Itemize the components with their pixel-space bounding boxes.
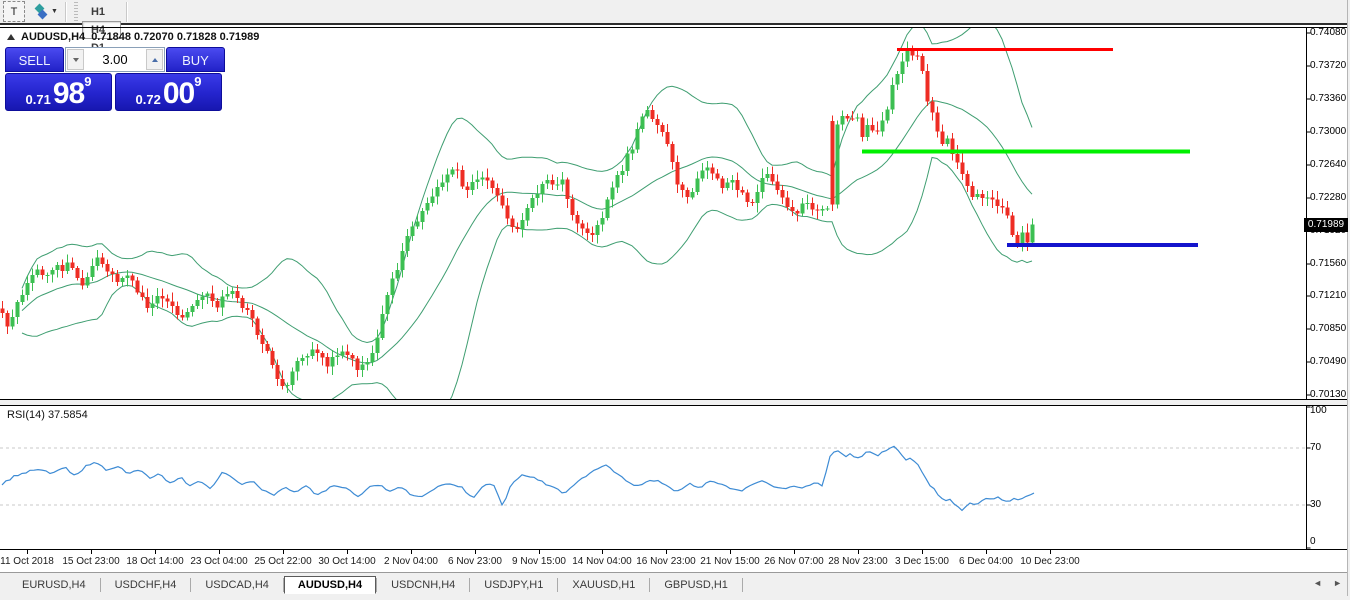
time-axis-tick — [91, 550, 92, 554]
rsi-axis-label: 70 — [1310, 442, 1321, 454]
time-axis-label: 30 Oct 14:00 — [318, 556, 375, 567]
ohlc-values: 0.71848 0.72070 0.71828 0.71989 — [91, 31, 259, 43]
buy-price-prefix: 0.72 — [136, 92, 161, 107]
one-click-trading-panel: SELL BUY 0.71 98 9 0.72 00 9 — [5, 47, 225, 111]
time-axis-tick — [794, 550, 795, 554]
tab-scroll-right-button[interactable]: ► — [1333, 578, 1342, 588]
sell-button[interactable]: SELL — [5, 47, 64, 72]
buy-price-button[interactable]: 0.72 00 9 — [115, 73, 222, 111]
time-axis-label: 16 Nov 23:00 — [636, 556, 696, 567]
toolbar: T ▼ M1M5M15M30H1H4D1W1MN — [0, 0, 1350, 25]
time-axis-label: 11 Oct 2018 — [0, 556, 54, 567]
price-axis-label: 0.73720 — [1310, 60, 1346, 72]
time-axis-label: 28 Nov 23:00 — [828, 556, 888, 567]
time-axis-tick — [858, 550, 859, 554]
volume-increase-button[interactable] — [146, 49, 163, 70]
time-axis-tick — [155, 550, 156, 554]
time-axis-label: 25 Oct 22:00 — [254, 556, 311, 567]
time-axis-tick — [283, 550, 284, 554]
volume-input[interactable] — [85, 48, 145, 71]
tab-scroll-left-button[interactable]: ◄ — [1313, 578, 1322, 588]
time-axis-tick — [219, 550, 220, 554]
toolbar-grip[interactable] — [74, 2, 78, 22]
chart-tabs: EURUSD,H4USDCHF,H4USDCAD,H4AUDUSD,H4USDC… — [8, 576, 743, 594]
symbol-label: AUDUSD,H4 — [21, 31, 85, 43]
time-axis-tick — [411, 550, 412, 554]
time-axis-tick — [730, 550, 731, 554]
time-axis-label: 9 Nov 15:00 — [512, 556, 566, 567]
chart-tab-usdcnh[interactable]: USDCNH,H4 — [377, 576, 469, 594]
time-axis-label: 26 Nov 07:00 — [764, 556, 824, 567]
time-axis-label: 21 Nov 15:00 — [700, 556, 760, 567]
time-axis-label: 6 Dec 04:00 — [959, 556, 1013, 567]
collapse-arrow-icon[interactable] — [7, 34, 15, 40]
price-axis-label: 0.72280 — [1310, 192, 1346, 204]
time-axis-label: 2 Nov 04:00 — [384, 556, 438, 567]
time-axis-tick — [475, 550, 476, 554]
timeframe-button-h1[interactable]: H1 — [82, 3, 121, 21]
time-axis-tick — [602, 550, 603, 554]
time-axis-label: 10 Dec 23:00 — [1020, 556, 1080, 567]
time-axis-label: 6 Nov 23:00 — [448, 556, 502, 567]
time-axis-label: 14 Nov 04:00 — [572, 556, 632, 567]
price-axis-label: 0.70490 — [1310, 356, 1346, 368]
sell-price-sup: 9 — [84, 75, 91, 88]
current-price-badge: 0.71989 — [1304, 218, 1348, 232]
price-axis-label: 0.73360 — [1310, 93, 1346, 105]
chart-tab-eurusd[interactable]: EURUSD,H4 — [8, 576, 100, 594]
buy-price-sup: 9 — [194, 75, 201, 88]
rsi-axis-label: 100 — [1310, 405, 1327, 417]
time-axis-label: 3 Dec 15:00 — [895, 556, 949, 567]
triangle-up-icon — [152, 58, 158, 62]
chart-tab-usdcad[interactable]: USDCAD,H4 — [191, 576, 283, 594]
price-axis-label: 0.71210 — [1310, 290, 1346, 302]
price-axis-label: 0.72640 — [1310, 159, 1346, 171]
time-axis-label: 15 Oct 23:00 — [62, 556, 119, 567]
time-axis-label: 18 Oct 14:00 — [126, 556, 183, 567]
window-frame-bottom — [0, 596, 1350, 600]
chart-tab-audusd[interactable]: AUDUSD,H4 — [284, 576, 376, 594]
indicators-button[interactable]: ▼ — [33, 4, 61, 19]
triangle-down-icon — [73, 58, 79, 62]
chevron-down-icon: ▼ — [51, 8, 58, 15]
price-axis-label: 0.70850 — [1310, 323, 1346, 335]
rsi-chart[interactable] — [0, 405, 1350, 550]
time-axis-label: 23 Oct 04:00 — [190, 556, 247, 567]
price-axis-label: 0.73000 — [1310, 126, 1346, 138]
price-axis-label: 0.71560 — [1310, 258, 1346, 270]
time-axis-tick — [922, 550, 923, 554]
chart-tab-usdjpy[interactable]: USDJPY,H1 — [470, 576, 557, 594]
time-axis-tick — [1050, 550, 1051, 554]
sell-price-prefix: 0.71 — [26, 92, 51, 107]
time-axis-tick — [347, 550, 348, 554]
sell-price-button[interactable]: 0.71 98 9 — [5, 73, 112, 111]
chart-tab-xauusd[interactable]: XAUUSD,H1 — [558, 576, 649, 594]
tab-separator — [742, 578, 743, 592]
chart-tab-gbpusd[interactable]: GBPUSD,H1 — [650, 576, 742, 594]
indicators-icon — [38, 10, 48, 20]
volume-decrease-button[interactable] — [67, 49, 84, 70]
rsi-axis-label: 0 — [1310, 536, 1316, 548]
trading-terminal-window: T ▼ M1M5M15M30H1H4D1W1MN AUDUSD,H4 0.718… — [0, 0, 1350, 600]
volume-stepper — [65, 47, 165, 72]
rsi-axis-label: 30 — [1310, 499, 1321, 511]
toolbar-separator — [65, 2, 67, 22]
chart-tab-strip: EURUSD,H4USDCHF,H4USDCAD,H4AUDUSD,H4USDC… — [0, 572, 1350, 596]
sell-price-big: 98 — [53, 81, 84, 107]
time-axis-tick — [986, 550, 987, 554]
time-axis: 11 Oct 2018 15 Oct 23:00 18 Oct 14:00 23 Oc… — [0, 550, 1350, 572]
time-axis-tick — [539, 550, 540, 554]
chart-tab-usdchf[interactable]: USDCHF,H4 — [101, 576, 191, 594]
time-axis-tick — [27, 550, 28, 554]
price-axis-label: 0.74080 — [1310, 27, 1346, 39]
buy-price-big: 00 — [163, 81, 194, 107]
text-tool-button[interactable]: T — [3, 1, 25, 22]
time-axis-tick — [666, 550, 667, 554]
rsi-indicator-label: RSI(14) 37.5854 — [7, 409, 88, 421]
chart-title: AUDUSD,H4 0.71848 0.72070 0.71828 0.7198… — [7, 31, 259, 43]
toolbar-separator — [126, 2, 128, 22]
buy-button[interactable]: BUY — [166, 47, 225, 72]
